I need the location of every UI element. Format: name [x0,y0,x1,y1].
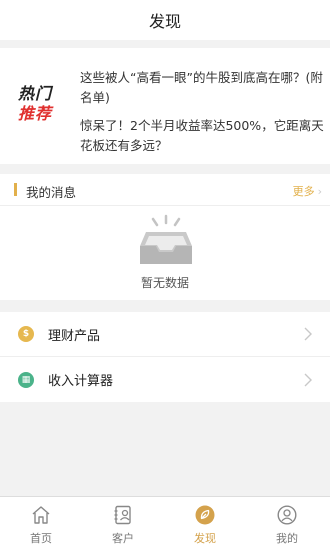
calculator-icon: ▦ [18,371,34,388]
hot-recommend-panel: 热门 推荐 这些被人“高看一眼”的牛股到底高在哪？(附名单) 惊呆了！2个半月收… [0,48,330,164]
page-title: 发现 [148,12,181,31]
empty-state-text: 暂无数据 [140,276,189,290]
customer-icon [114,505,131,525]
more-label: 更多 [292,185,315,198]
menu-item-financial-products[interactable]: $ 理财产品 [0,312,330,357]
tab-label: 客户 [112,532,134,545]
tab-label: 发现 [194,532,216,545]
hot-recommend-logo: 热门 推荐 [18,84,62,128]
chevron-right-icon: › [317,184,322,198]
hot-logo-line2: 推荐 [18,104,53,123]
section-accent-bar [14,183,17,196]
chevron-right-icon [304,327,312,341]
hot-article-list: 这些被人“高看一眼”的牛股到底高在哪？(附名单) 惊呆了！2个半月收益率达500… [80,68,324,164]
my-messages-panel: 我的消息 更多 › 暂无数据 [0,174,330,300]
hot-article-link[interactable]: 这些被人“高看一眼”的牛股到底高在哪？(附名单) [80,68,324,108]
menu-item-income-calculator[interactable]: ▦ 收入计算器 [0,357,330,402]
tab-profile[interactable]: 我的 [246,497,328,550]
tab-label: 我的 [276,532,298,545]
hot-logo-line1: 热门 [18,84,53,103]
messages-header: 我的消息 更多 › [0,174,330,206]
menu-item-label: 收入计算器 [48,374,114,389]
hot-article-link[interactable]: 惊呆了！2个半月收益率达500%，它距离天花板还有多远？ [80,116,324,156]
tab-home[interactable]: 首页 [0,497,82,550]
coin-icon: $ [18,326,34,342]
discover-icon [195,505,215,525]
tab-label: 首页 [30,532,52,545]
messages-title: 我的消息 [26,185,77,200]
top-nav-bar: 发现 [0,0,330,40]
bottom-tab-bar: 首页 客户 发现 我的 [0,496,330,550]
empty-inbox-icon [140,214,192,264]
profile-icon [277,505,297,525]
messages-more-link[interactable]: 更多 › [293,183,322,199]
menu-item-label: 理财产品 [48,328,101,344]
tab-customer[interactable]: 客户 [82,497,164,550]
chevron-right-icon [304,373,312,386]
home-icon [32,506,50,524]
tools-menu: $ 理财产品 ▦ 收入计算器 [0,312,330,402]
tab-discover[interactable]: 发现 [164,497,246,550]
